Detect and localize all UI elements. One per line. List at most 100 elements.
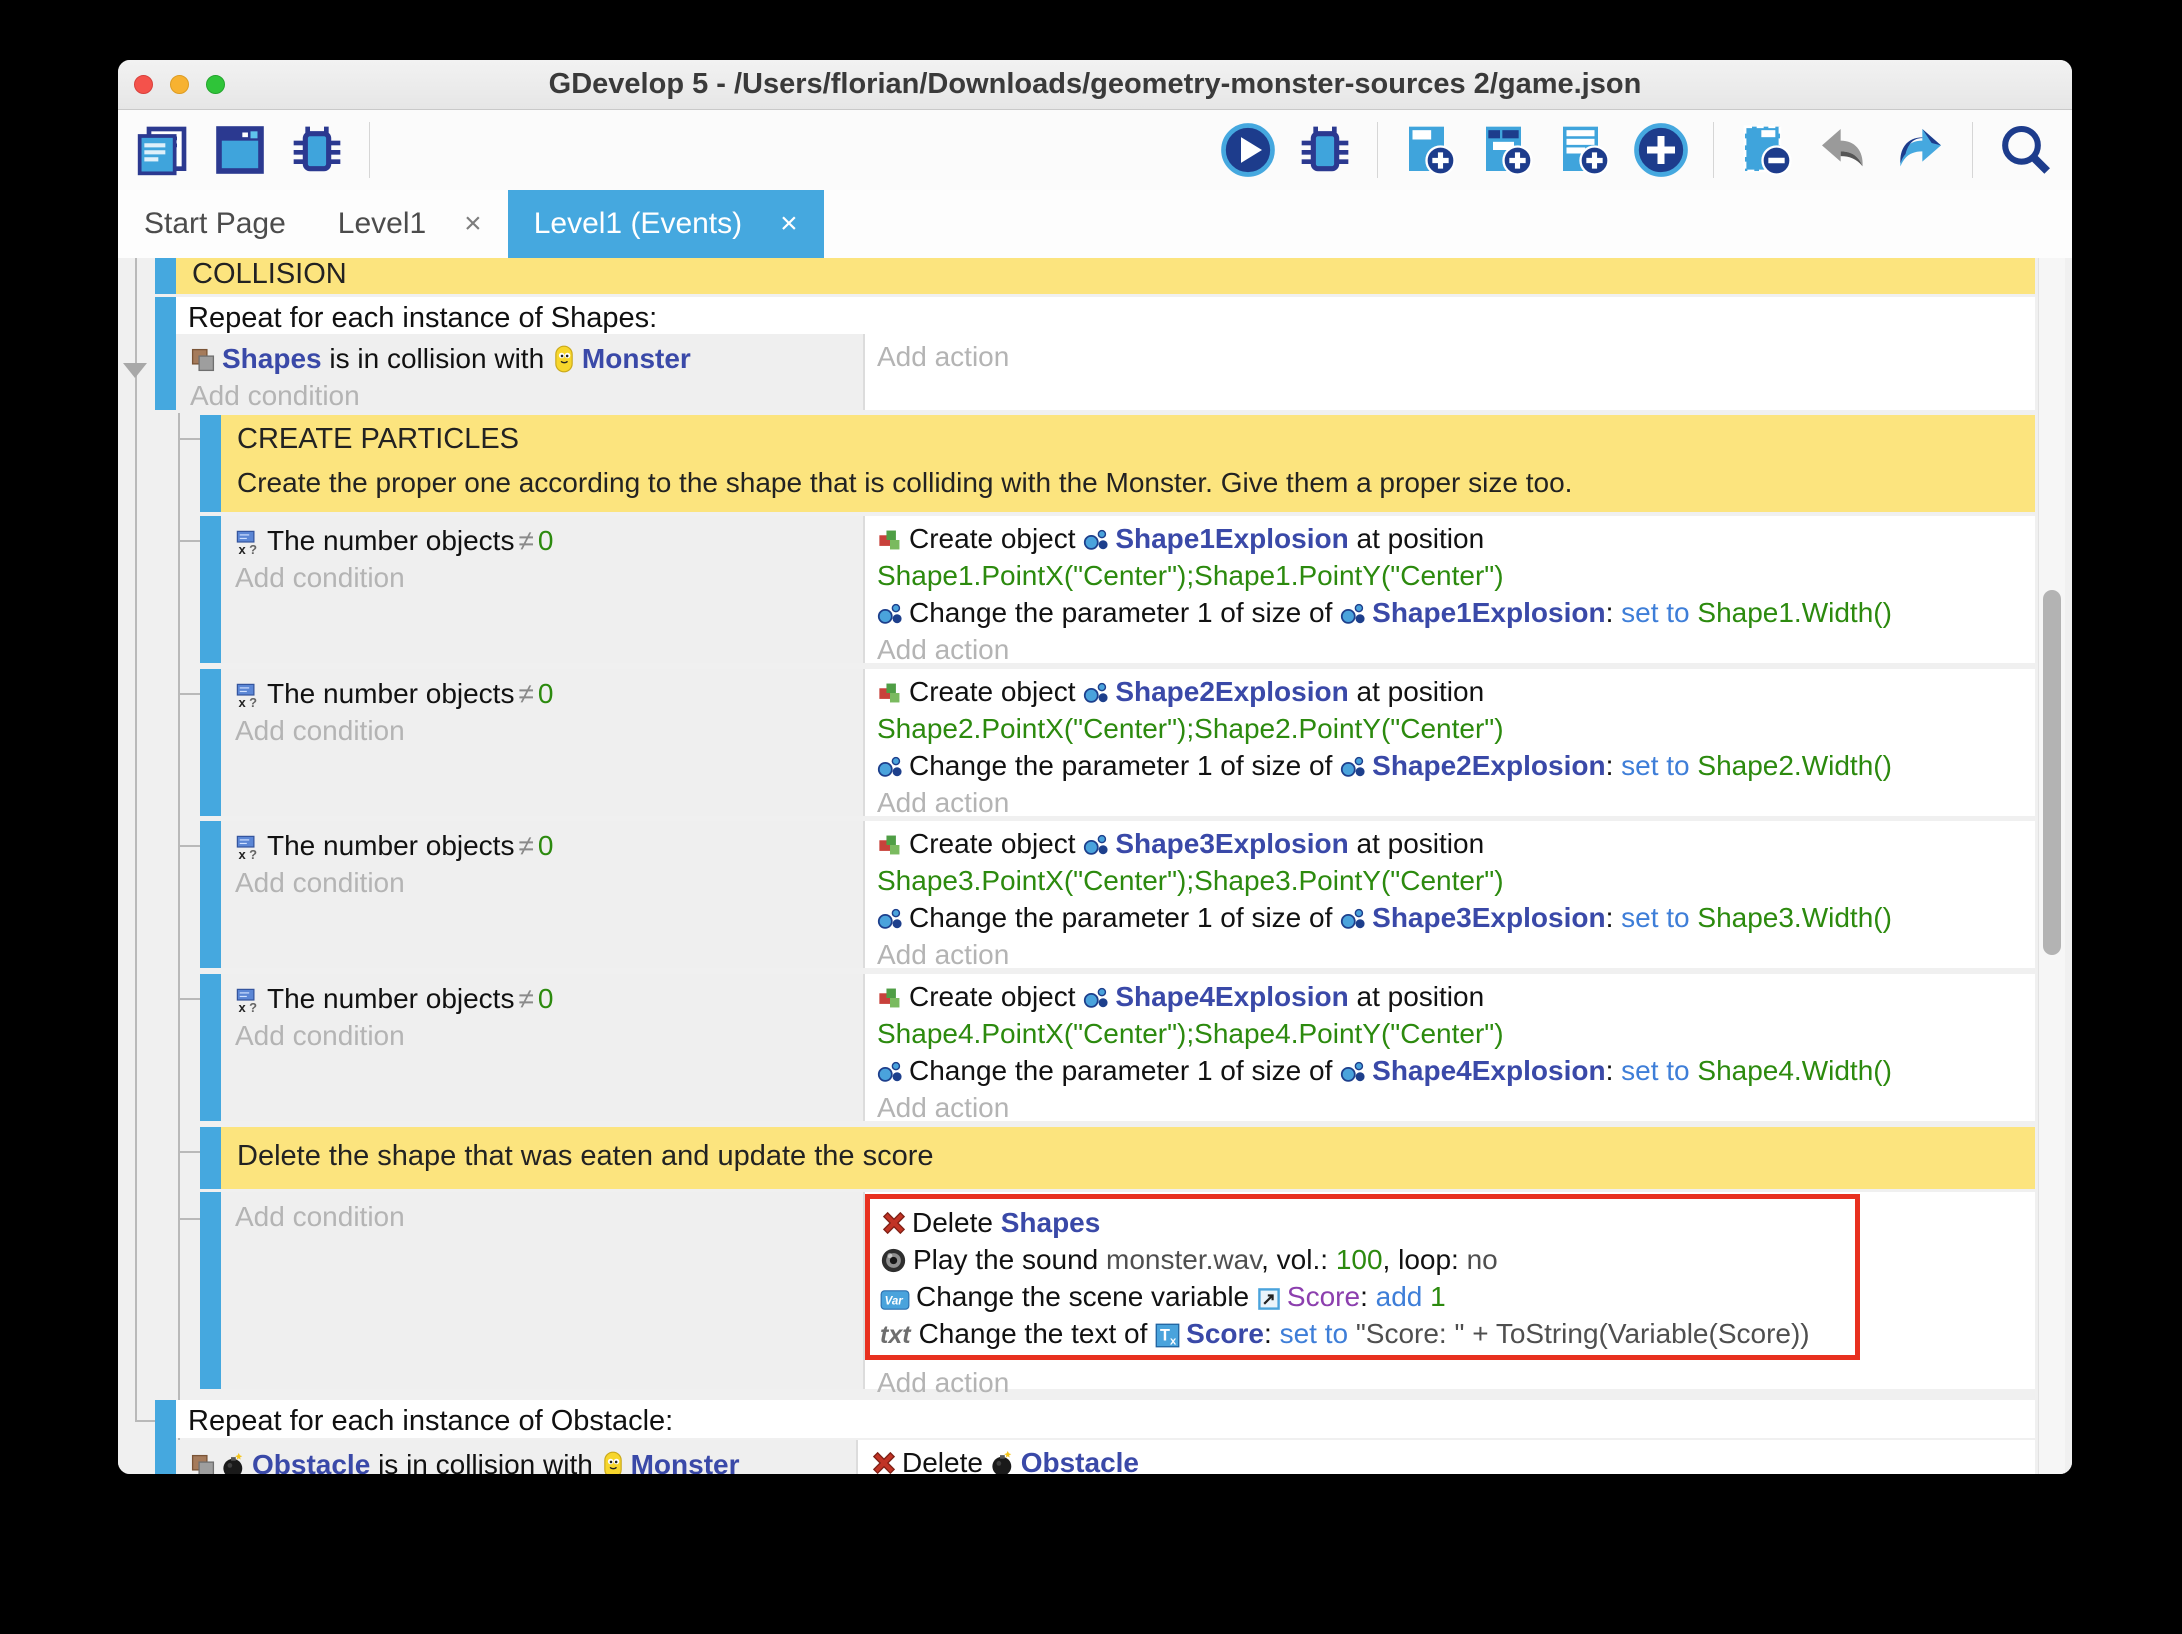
- actions-column[interactable]: Delete Shapes Play the sound monster.wav…: [865, 1192, 2035, 1389]
- tab-level1[interactable]: Level1 ×: [312, 190, 508, 258]
- condition-number-objects[interactable]: x?The number objects≠0: [235, 827, 863, 864]
- add-condition-button[interactable]: Add condition: [235, 712, 863, 749]
- actions-column[interactable]: Create object Shape1Explosion at positio…: [865, 516, 2035, 663]
- add-condition-button[interactable]: Add condition: [235, 1017, 863, 1054]
- scrollbar-thumb[interactable]: [2043, 590, 2061, 955]
- comment-create-particles[interactable]: CREATE PARTICLES Create the proper one a…: [200, 415, 2035, 512]
- event-handle[interactable]: [200, 415, 221, 512]
- event-update-score[interactable]: Add condition Delete Shapes Play the sou…: [200, 1192, 2035, 1392]
- actions-column[interactable]: Add action: [865, 334, 2035, 410]
- condition-number-objects[interactable]: x?The number objects≠0: [235, 980, 863, 1017]
- action-create-object[interactable]: Create object Shape4Explosion at positio…: [877, 978, 2035, 1015]
- add-comment-icon[interactable]: [1553, 119, 1615, 181]
- action-create-object[interactable]: Create object Shape1Explosion at positio…: [877, 520, 2035, 557]
- project-manager-icon[interactable]: [132, 119, 194, 181]
- add-action-button[interactable]: Add action: [877, 784, 2035, 821]
- particle-icon: [1340, 906, 1366, 932]
- tab-level1-events[interactable]: Level1 (Events) ×: [508, 190, 824, 258]
- collapse-arrow[interactable]: [123, 363, 147, 378]
- scene-editor-icon[interactable]: [209, 119, 271, 181]
- event-shape1[interactable]: x?The number objects≠0 Add condition Cre…: [200, 516, 2035, 666]
- action-delete-obstacle[interactable]: Delete Obstacle: [870, 1444, 2035, 1474]
- action-delete-shapes[interactable]: Delete Shapes: [880, 1204, 1855, 1241]
- action-change-size[interactable]: Change the parameter 1 of size of Shape2…: [877, 747, 2035, 784]
- action-position-expression[interactable]: Shape4.PointX("Center");Shape4.PointY("C…: [877, 1015, 2035, 1052]
- conditions-column[interactable]: x?The number objects≠0 Add condition: [221, 821, 865, 968]
- condition-collision[interactable]: Obstacle is in collision with Monster: [190, 1446, 856, 1474]
- object-count-icon: x?: [235, 987, 261, 1013]
- action-create-object[interactable]: Create object Shape3Explosion at positio…: [877, 825, 2035, 862]
- action-play-sound[interactable]: Play the sound monster.wav, vol.: 100, l…: [880, 1241, 1855, 1278]
- conditions-column[interactable]: x?The number objects≠0 Add condition: [221, 516, 865, 663]
- event-handle[interactable]: [155, 258, 176, 294]
- action-change-size[interactable]: Change the parameter 1 of size of Shape1…: [877, 594, 2035, 631]
- action-create-object[interactable]: Create object Shape2Explosion at positio…: [877, 673, 2035, 710]
- scrollbar-track[interactable]: [2038, 258, 2065, 1474]
- particle-icon: [1083, 832, 1109, 858]
- conditions-column[interactable]: Add condition: [221, 1192, 865, 1389]
- condition-number-objects[interactable]: x?The number objects≠0: [235, 675, 863, 712]
- add-subevent-icon[interactable]: [1476, 119, 1538, 181]
- action-change-text[interactable]: txtChange the text of TxScore: set to "S…: [880, 1315, 1855, 1354]
- action-change-scene-variable[interactable]: VarChange the scene variable Score: add …: [880, 1278, 1855, 1315]
- remove-event-icon[interactable]: [1735, 119, 1797, 181]
- monster-icon: [601, 1451, 625, 1474]
- zoom-window-button[interactable]: [206, 75, 225, 94]
- event-handle[interactable]: [200, 1192, 221, 1389]
- event-handle[interactable]: [155, 1400, 176, 1474]
- action-change-size[interactable]: Change the parameter 1 of size of Shape4…: [877, 1052, 2035, 1089]
- event-repeat-shapes[interactable]: Repeat for each instance of Shapes: Shap…: [155, 297, 2035, 413]
- add-event-icon[interactable]: [1399, 119, 1461, 181]
- condition-collision[interactable]: Shapes is in collision with Monster: [190, 340, 863, 377]
- action-position-expression[interactable]: Shape3.PointX("Center");Shape3.PointY("C…: [877, 862, 2035, 899]
- redo-icon[interactable]: [1889, 119, 1951, 181]
- add-condition-button[interactable]: Add condition: [235, 559, 863, 596]
- add-action-button[interactable]: Add action: [877, 338, 2035, 375]
- tab-start-page[interactable]: Start Page: [118, 190, 312, 258]
- add-condition-button[interactable]: Add condition: [235, 1198, 863, 1235]
- event-handle[interactable]: [200, 1127, 221, 1189]
- particle-icon: [1083, 527, 1109, 553]
- conditions-column[interactable]: Shapes is in collision with Monster Add …: [176, 334, 865, 410]
- add-condition-button[interactable]: Add condition: [190, 377, 863, 414]
- event-handle[interactable]: [155, 297, 176, 410]
- event-handle[interactable]: [200, 974, 221, 1121]
- add-action-button[interactable]: Add action: [877, 1089, 2035, 1126]
- actions-column[interactable]: Create object Shape2Explosion at positio…: [865, 669, 2035, 816]
- search-icon[interactable]: [1994, 119, 2056, 181]
- conditions-column[interactable]: x?The number objects≠0 Add condition: [221, 669, 865, 816]
- condition-number-objects[interactable]: x?The number objects≠0: [235, 522, 863, 559]
- variable-badge-icon: Var: [880, 1289, 910, 1311]
- event-shape3[interactable]: x?The number objects≠0 Add condition Cre…: [200, 821, 2035, 971]
- svg-text:?: ?: [249, 695, 257, 708]
- add-action-button[interactable]: Add action: [877, 631, 2035, 668]
- action-position-expression[interactable]: Shape2.PointX("Center");Shape2.PointY("C…: [877, 710, 2035, 747]
- event-shape4[interactable]: x?The number objects≠0 Add condition Cre…: [200, 974, 2035, 1124]
- actions-column[interactable]: Delete Obstacle: [858, 1440, 2035, 1474]
- close-window-button[interactable]: [134, 75, 153, 94]
- debugger-icon[interactable]: [286, 119, 348, 181]
- debug-icon[interactable]: [1294, 119, 1356, 181]
- action-position-expression[interactable]: Shape1.PointX("Center");Shape1.PointY("C…: [877, 557, 2035, 594]
- event-repeat-obstacle[interactable]: Repeat for each instance of Obstacle: Ob…: [155, 1400, 2035, 1474]
- conditions-column[interactable]: x?The number objects≠0 Add condition: [221, 974, 865, 1121]
- undo-icon[interactable]: [1812, 119, 1874, 181]
- play-icon[interactable]: [1217, 119, 1279, 181]
- event-shape2[interactable]: x?The number objects≠0 Add condition Cre…: [200, 669, 2035, 819]
- conditions-column[interactable]: Obstacle is in collision with Monster: [176, 1440, 858, 1474]
- close-tab-icon[interactable]: ×: [780, 207, 798, 241]
- minimize-window-button[interactable]: [170, 75, 189, 94]
- add-action-button[interactable]: Add action: [877, 1364, 1009, 1401]
- event-handle[interactable]: [200, 669, 221, 816]
- close-tab-icon[interactable]: ×: [464, 207, 482, 241]
- add-action-button[interactable]: Add action: [877, 936, 2035, 973]
- add-condition-button[interactable]: Add condition: [235, 864, 863, 901]
- add-circle-icon[interactable]: [1630, 119, 1692, 181]
- action-change-size[interactable]: Change the parameter 1 of size of Shape3…: [877, 899, 2035, 936]
- comment-delete-shape[interactable]: Delete the shape that was eaten and upda…: [200, 1127, 2035, 1189]
- comment-collision[interactable]: COLLISION: [155, 258, 2035, 294]
- actions-column[interactable]: Create object Shape3Explosion at positio…: [865, 821, 2035, 968]
- actions-column[interactable]: Create object Shape4Explosion at positio…: [865, 974, 2035, 1121]
- event-handle[interactable]: [200, 821, 221, 968]
- event-handle[interactable]: [200, 516, 221, 663]
